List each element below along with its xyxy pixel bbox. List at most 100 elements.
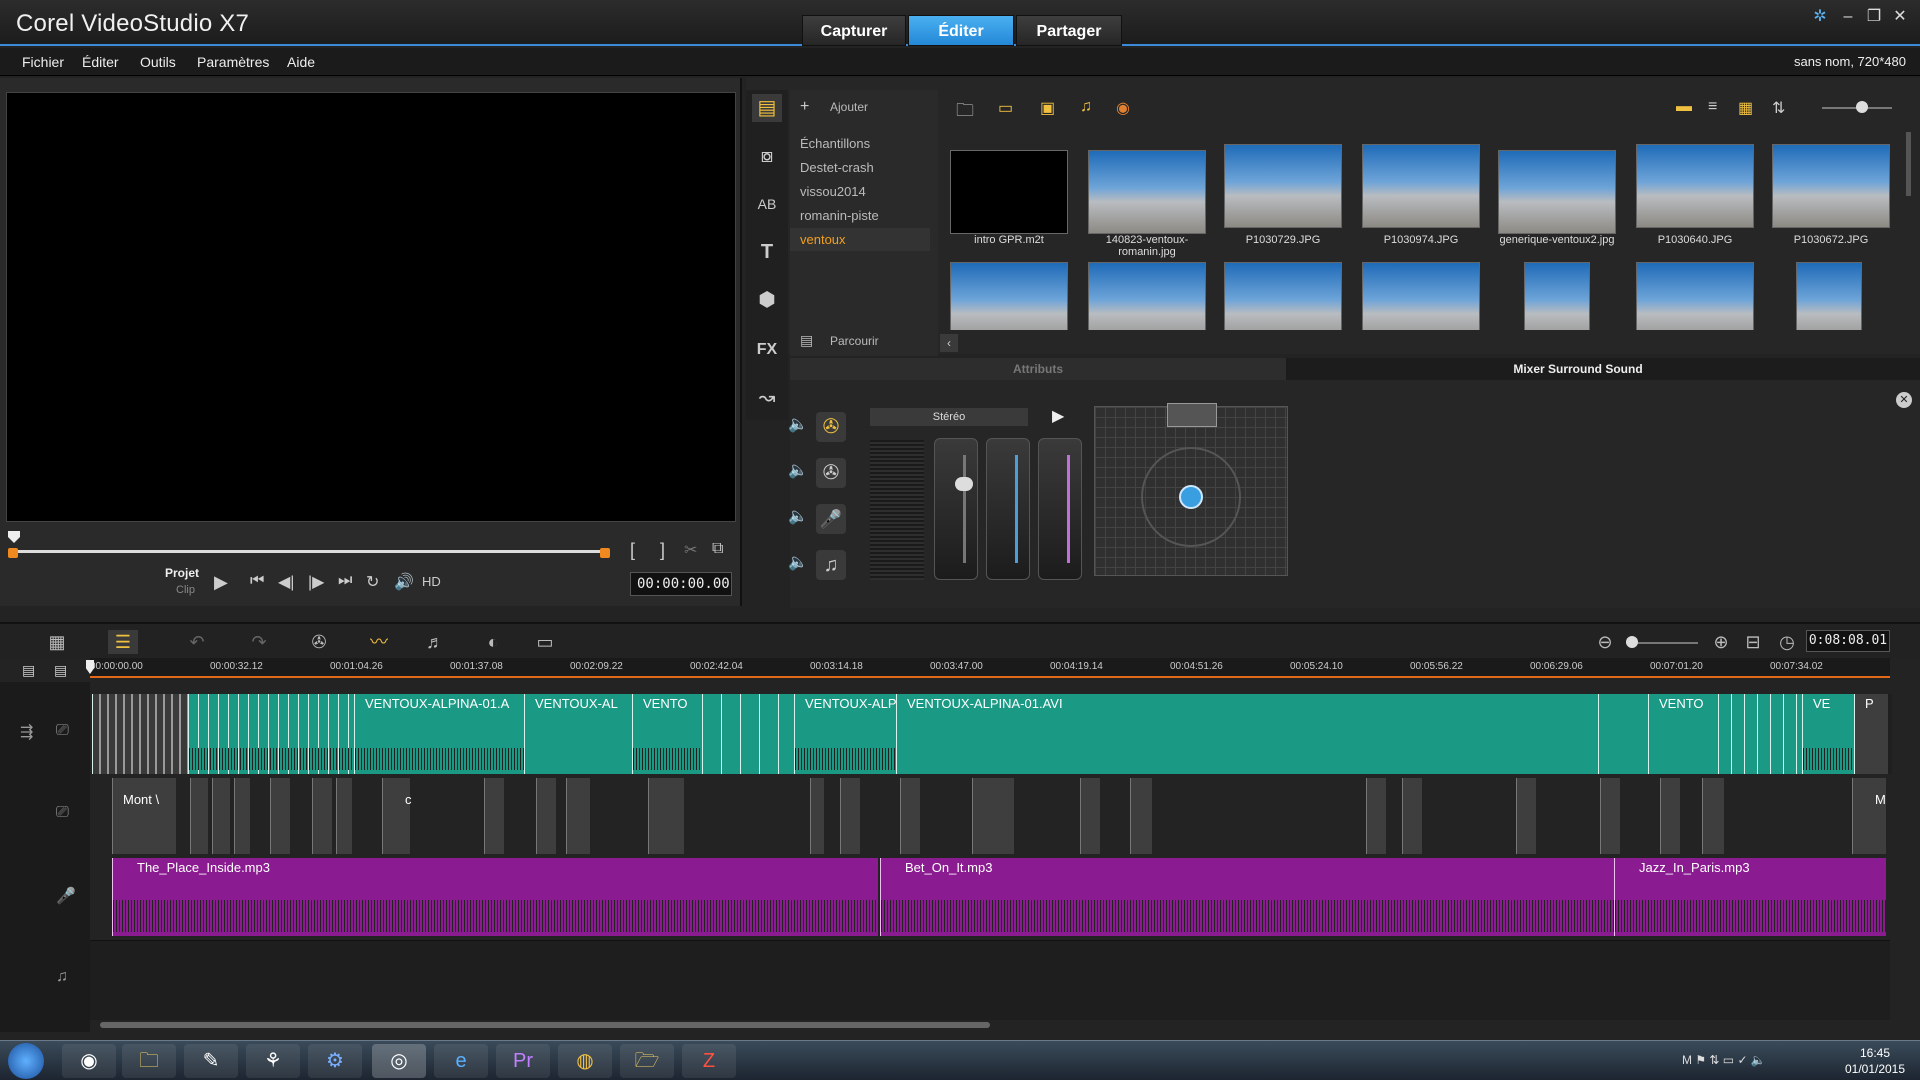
speaker-icon[interactable]: 🔈 (788, 506, 808, 526)
overlay-clip[interactable] (900, 778, 920, 854)
tab-editer[interactable]: Éditer (908, 15, 1014, 46)
track-manager-icon[interactable]: ▤ (22, 662, 35, 679)
graphic-icon[interactable]: ⬢ (752, 286, 782, 314)
split-clip-icon[interactable]: ✂ (684, 540, 697, 560)
chrome-icon[interactable]: ◍ (558, 1044, 612, 1078)
music-track-head-icon[interactable]: ♫ (56, 968, 68, 986)
player-timecode[interactable]: 00:00:00.00 (630, 572, 732, 596)
view-thumbnail-icon[interactable]: ▬ (1676, 98, 1692, 116)
show-audio-icon[interactable]: ♫ (1080, 98, 1092, 116)
thumbnail[interactable] (1224, 262, 1342, 330)
overlay-clip[interactable] (1402, 778, 1422, 854)
overlay-clip[interactable] (270, 778, 290, 854)
trim-start-marker[interactable] (8, 548, 18, 558)
video-track-icon[interactable]: ⎚ (56, 722, 69, 740)
overlay-clip[interactable]: Mont \ (112, 778, 176, 854)
scrub-bar[interactable] (18, 550, 608, 553)
voice-track-icon[interactable]: 🎤 (816, 504, 846, 534)
timeline-ruler[interactable]: 00:00:00.00 00:00:32.12 00:01:04.26 00:0… (90, 658, 1890, 678)
overlay-clip[interactable] (336, 778, 352, 854)
thumbnail[interactable] (950, 150, 1068, 234)
mode-clip-label[interactable]: Clip (176, 584, 195, 596)
browse-icon[interactable]: ▤ (800, 332, 813, 349)
tab-mixer-surround[interactable]: Mixer Surround Sound (1286, 358, 1870, 380)
video-clip[interactable]: P (1854, 694, 1888, 774)
thumb-zoom-handle[interactable] (1856, 101, 1868, 113)
path-icon[interactable]: ↝ (752, 384, 782, 412)
fit-project-icon[interactable]: ⊟ (1738, 630, 1768, 654)
menu-fichier[interactable]: Fichier (22, 54, 64, 70)
help-globe-icon[interactable]: ✲ (1808, 6, 1832, 28)
menu-outils[interactable]: Outils (140, 54, 176, 70)
taskbar-app-icon[interactable]: ◉ (62, 1044, 116, 1078)
fader-handle[interactable] (955, 477, 973, 491)
filezilla-icon[interactable]: Z (682, 1044, 736, 1078)
system-clock[interactable]: 16:45 01/01/2015 (1840, 1045, 1910, 1077)
overlay-clip[interactable] (840, 778, 860, 854)
go-end-icon[interactable]: ⏭ (338, 572, 352, 590)
taskbar-app-icon[interactable]: ⚙ (308, 1044, 362, 1078)
menu-editer[interactable]: Éditer (82, 54, 119, 70)
auto-music-icon[interactable]: ♬ (420, 630, 450, 654)
video-clip[interactable]: VENTO (632, 694, 702, 774)
explorer-icon[interactable]: 🗀 (122, 1044, 176, 1078)
tab-partager[interactable]: Partager (1016, 15, 1122, 46)
overlay-clip[interactable] (566, 778, 590, 854)
restore-icon[interactable]: ❐ (1862, 6, 1886, 28)
video-clip[interactable] (702, 694, 794, 774)
repeat-icon[interactable]: ↻ (366, 572, 379, 592)
video-clip[interactable] (1598, 694, 1648, 774)
tab-capturer[interactable]: Capturer (802, 15, 906, 46)
music-clip[interactable]: Bet_On_It.mp3 (880, 858, 1614, 936)
record-capture-icon[interactable]: ✇ (304, 630, 334, 654)
video-clip[interactable]: VENTOUX-ALP (794, 694, 896, 774)
music-clip[interactable]: Jazz_In_Paris.mp3 (1614, 858, 1886, 936)
overlay-clip[interactable] (234, 778, 250, 854)
music-track-icon[interactable]: ♫ (816, 550, 846, 580)
view-grid-icon[interactable]: ▦ (1738, 98, 1753, 118)
timeline-duration[interactable]: 0:08:08.01 (1806, 630, 1890, 652)
taskbar-app-icon[interactable]: ⚘ (246, 1044, 300, 1078)
overlay-clip[interactable] (1130, 778, 1152, 854)
overlay-clip[interactable] (1600, 778, 1620, 854)
trim-end-marker[interactable] (600, 548, 610, 558)
library-scrollbar[interactable] (1906, 132, 1911, 196)
enlarge-preview-icon[interactable]: ⧉ (712, 540, 723, 558)
start-button[interactable] (8, 1043, 44, 1079)
collapse-panel-icon[interactable]: ‹ (940, 334, 958, 352)
overlay-clip[interactable] (312, 778, 332, 854)
timeline-hscrollbar[interactable] (100, 1022, 990, 1028)
video-clip[interactable] (1718, 694, 1802, 774)
overlay-clip[interactable] (810, 778, 824, 854)
overlay-clip[interactable]: c (382, 778, 412, 854)
speaker-icon[interactable]: 🔈 (788, 552, 808, 572)
sound-mixer-icon[interactable]: 〰 (364, 630, 394, 654)
internet-explorer-icon[interactable]: e (434, 1044, 488, 1078)
timeline-view-icon[interactable]: ☰ (108, 630, 138, 654)
mode-project-label[interactable]: Projet (165, 566, 199, 580)
zoom-in-icon[interactable]: ⊕ (1706, 630, 1736, 654)
overlay-clip[interactable] (1660, 778, 1680, 854)
play-icon[interactable]: ▶ (214, 572, 228, 593)
overlay-clip[interactable] (648, 778, 684, 854)
thumbnail[interactable] (1362, 144, 1480, 228)
overlay-clip[interactable] (1516, 778, 1536, 854)
folder-icon[interactable]: 🗀 (956, 98, 974, 128)
volume-fader[interactable] (934, 438, 978, 580)
add-folder-button[interactable]: Ajouter (830, 100, 868, 114)
title-icon[interactable]: T (752, 238, 782, 266)
premiere-icon[interactable]: Pr (496, 1044, 550, 1078)
folder-item-selected[interactable]: ventoux (790, 228, 930, 251)
tray-icons[interactable]: M ⚑ ⇅ ▭ ✓ 🔈 (1682, 1053, 1766, 1067)
overlay-clip[interactable] (1080, 778, 1100, 854)
folder-item[interactable]: Échantillons (800, 136, 870, 151)
zoom-handle[interactable] (1626, 636, 1638, 648)
overlay-track-icon[interactable]: ⎚ (56, 804, 69, 822)
thumbnail[interactable] (1088, 150, 1206, 234)
thumbnail[interactable] (1636, 144, 1754, 228)
thumbnail[interactable] (1772, 144, 1890, 228)
speaker-icon[interactable]: 🔈 (788, 414, 808, 434)
video-clip[interactable]: VENTOUX-AL (524, 694, 632, 774)
add-icon[interactable]: + (800, 98, 809, 116)
chapter-icon[interactable]: ▤ (54, 662, 67, 679)
